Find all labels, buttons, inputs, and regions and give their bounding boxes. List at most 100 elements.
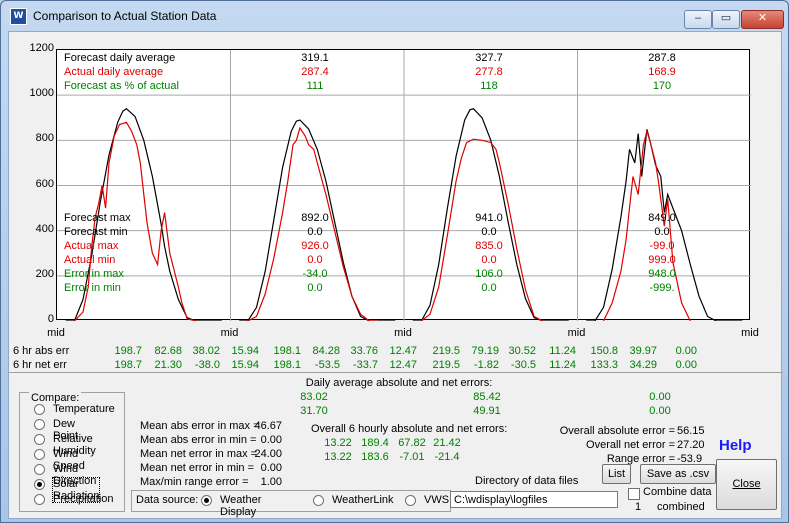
six-hr-abs-value: 11.24: [549, 345, 576, 357]
six-hr-net-value: 12.47: [389, 359, 417, 371]
daily-errors-title: Daily average absolute and net errors:: [305, 377, 493, 389]
combine-data-label: Combine data: [643, 486, 712, 498]
window-title: Comparison to Actual Station Data: [33, 9, 217, 23]
row-label-act_min: Actual min: [64, 254, 116, 266]
compare-group: Compare: Temperature Dew Point Relative Hu…: [19, 392, 125, 512]
row-value-fc_avg: 319.1: [301, 52, 329, 64]
row-label-fc_max: Forecast max: [64, 212, 131, 224]
daily-abs-value: 83.02: [300, 391, 328, 403]
six-hr-net-label: 6 hr net err: [13, 359, 67, 371]
combine-count: 1: [635, 501, 642, 513]
row-value-act_min: 0.0: [481, 254, 497, 266]
radio-icon[interactable]: [313, 495, 324, 506]
x-tick-label: mid: [394, 327, 412, 339]
row-value-err_min: 0.0: [481, 282, 497, 294]
six-hr-net-value: -33.7: [352, 359, 378, 371]
row-value-fc_max: 941.0: [475, 212, 503, 224]
row-label-fc_avg: Forecast daily average: [64, 52, 176, 64]
six-hr-net-value: 219.5: [432, 359, 460, 371]
six-hr-abs-value: 84.28: [312, 345, 340, 357]
chart-area: Forecast daily average 319.1 327.7 287.8 Act…: [56, 49, 751, 321]
radio-icon[interactable]: [34, 494, 45, 505]
six-hr-net-value: 34.29: [629, 359, 657, 371]
radio-icon[interactable]: [34, 419, 45, 430]
radio-icon[interactable]: [201, 495, 212, 506]
overall-error-value: 56.15: [677, 425, 705, 437]
close-button[interactable]: Close: [716, 459, 777, 510]
radio-icon[interactable]: [34, 449, 45, 460]
directory-input[interactable]: [450, 491, 618, 508]
six-hr-abs-value: 219.5: [432, 345, 460, 357]
main-window: W Comparison to Actual Station Data – ▭ …: [0, 0, 789, 523]
row-value-err_max: -34.0: [302, 268, 328, 280]
six-hr-net-value: -53.5: [314, 359, 340, 371]
close-window-button[interactable]: ✕: [741, 10, 784, 29]
radio-icon[interactable]: [34, 479, 45, 490]
row-value-err_min: -999.: [649, 282, 675, 294]
row-value-err_min: 0.0: [307, 282, 323, 294]
title-bar[interactable]: W Comparison to Actual Station Data – ▭ …: [1, 1, 788, 31]
radio-icon[interactable]: [405, 495, 416, 506]
x-tick-label: mid: [741, 327, 759, 339]
radio-icon[interactable]: [34, 464, 45, 475]
app-icon: W: [10, 8, 27, 25]
mean-error-value: 24.00: [254, 448, 282, 460]
compare-option-label: Precipitation: [53, 493, 114, 505]
y-tick-label: 1000: [29, 87, 54, 100]
row-value-act_min: 999.0: [648, 254, 676, 266]
divider: [9, 372, 783, 373]
six-hr-net-value: 198.7: [114, 359, 142, 371]
six-hr-net-value: 133.3: [590, 359, 618, 371]
minimize-button[interactable]: –: [684, 10, 712, 29]
row-value-fc_min: 0.0: [307, 226, 323, 238]
mean-error-value: 46.67: [254, 420, 282, 432]
mean-error-label: Max/min range error =: [140, 476, 249, 488]
row-value-act_avg: 287.4: [301, 66, 329, 78]
data-source-option-label: VWS: [424, 494, 450, 506]
overall-error-value: 27.20: [677, 439, 705, 451]
radio-icon[interactable]: [34, 404, 45, 415]
y-tick-label: 1200: [29, 42, 54, 54]
row-value-fc_min: 0.0: [654, 226, 670, 238]
y-tick-label: 200: [35, 267, 54, 280]
row-value-err_max: 948.0: [648, 268, 676, 280]
row-value-act_avg: 277.8: [475, 66, 503, 78]
row-value-pct: 170: [652, 80, 672, 92]
six-hr-abs-value: 79.19: [471, 345, 499, 357]
x-tick-label: mid: [567, 327, 586, 339]
client-area: 1200 1000 800 600 400 200 0 Forecast daily ave…: [8, 31, 783, 519]
data-source-group: Data source: Weather Display WeatherLink V…: [131, 490, 451, 518]
daily-net-value: 31.70: [300, 405, 328, 417]
y-tick-label: 400: [35, 222, 54, 235]
list-button[interactable]: List: [602, 464, 631, 484]
y-tick-label: 600: [35, 177, 54, 190]
mean-error-value: 0.00: [260, 462, 282, 474]
six-hr-abs-value: 82.68: [154, 345, 182, 357]
combine-data-checkbox[interactable]: [628, 488, 640, 500]
mean-error-label: Mean net error in min =: [140, 462, 255, 474]
data-source-option-label: WeatherLink: [332, 494, 394, 506]
overall-error-label: Overall net error =: [586, 439, 675, 451]
row-value-fc_max: 849.0: [648, 212, 676, 224]
row-value-pct: 111: [306, 80, 324, 92]
row-label-err_max: Error in max: [64, 268, 124, 280]
compare-option-label: Temperature: [53, 403, 115, 415]
close-icon: ✕: [757, 12, 768, 24]
daily-abs-value: 85.42: [473, 391, 501, 403]
six-hr-net-value: -38.0: [194, 359, 220, 371]
six-hr-abs-value: 198.7: [114, 345, 142, 357]
daily-net-value: 0.00: [649, 405, 671, 417]
row-value-pct: 118: [480, 80, 498, 92]
radio-icon[interactable]: [34, 434, 45, 445]
maximize-button[interactable]: ▭: [712, 10, 740, 29]
row-label-fc_min: Forecast min: [64, 226, 128, 238]
data-source-label: Data source:: [136, 494, 199, 506]
overall-error-label: Overall absolute error =: [559, 425, 675, 437]
help-link[interactable]: Help: [719, 437, 752, 454]
six-hr-abs-value: 33.76: [350, 345, 378, 357]
row-label-err_min: Error in min: [64, 282, 121, 294]
minimize-icon: –: [694, 12, 702, 24]
row-value-fc_avg: 327.7: [475, 52, 503, 64]
six-hr-net-value: -1.82: [473, 359, 499, 371]
save-csv-button[interactable]: Save as .csv: [640, 464, 716, 484]
